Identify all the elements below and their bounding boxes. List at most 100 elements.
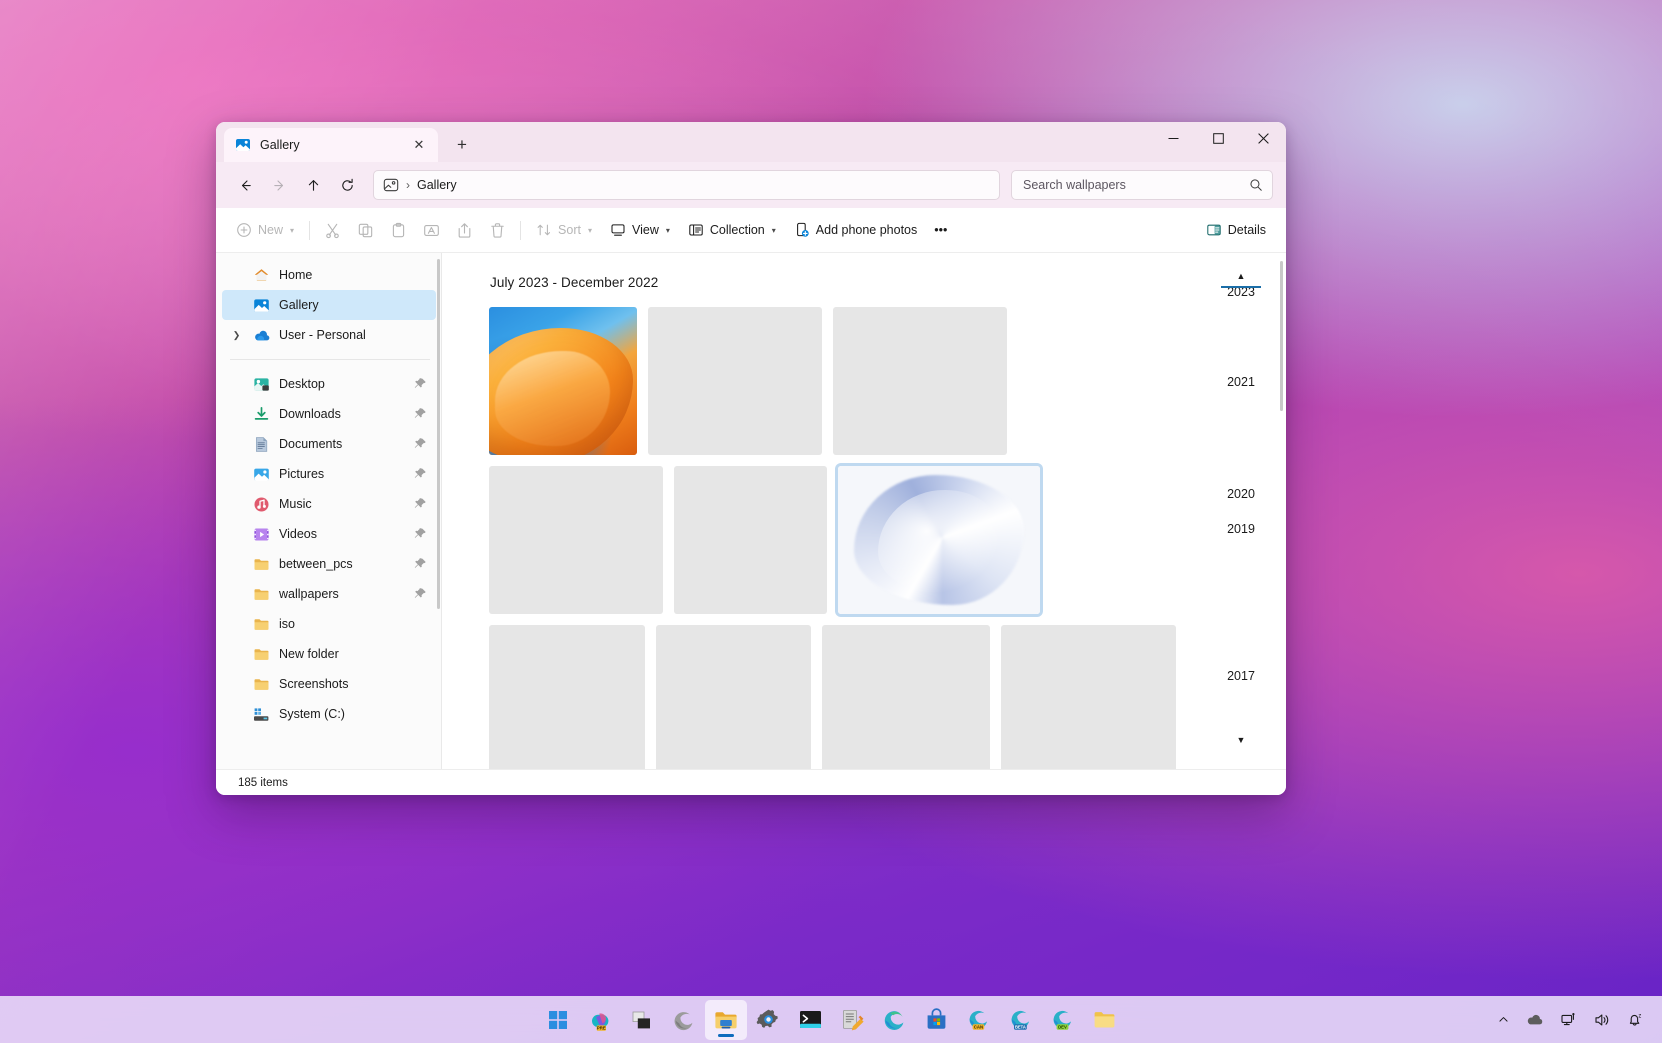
close-button[interactable]	[1241, 122, 1286, 154]
new-tab-button[interactable]: +	[447, 130, 477, 160]
sidebar-item-pictures[interactable]: Pictures	[222, 459, 436, 489]
minimize-button[interactable]	[1151, 122, 1196, 154]
notifications-icon[interactable]: z	[1620, 1004, 1650, 1036]
scrubber-down-arrow-icon[interactable]: ▼	[1237, 735, 1246, 745]
gallery-tile[interactable]	[833, 307, 1007, 455]
edge-devch-button[interactable]: DEV	[1041, 1000, 1083, 1040]
new-button[interactable]: New ▾	[227, 215, 303, 246]
pin-icon[interactable]	[414, 527, 427, 541]
sidebar-item-home[interactable]: Home	[222, 260, 436, 290]
content-scrollbar-thumb[interactable]	[1280, 261, 1283, 411]
scrubber-year-2021[interactable]: 2021	[1213, 375, 1269, 389]
edge-button[interactable]	[873, 1000, 915, 1040]
chevron-down-icon: ▾	[587, 225, 592, 235]
gallery-tile[interactable]	[656, 625, 811, 769]
gallery-tile[interactable]	[1001, 625, 1176, 769]
search-input[interactable]	[1023, 178, 1249, 192]
pin-icon[interactable]	[414, 377, 427, 391]
details-pane-button[interactable]: Details	[1197, 215, 1275, 246]
search-icon[interactable]	[1249, 178, 1263, 192]
gallery-group-title: July 2023 - December 2022	[490, 275, 659, 290]
scrubber-year-2017[interactable]: 2017	[1213, 669, 1269, 683]
network-icon[interactable]	[1554, 1004, 1584, 1036]
edge-canary-button[interactable]: CAN	[957, 1000, 999, 1040]
sidebar-item-gallery[interactable]: Gallery	[222, 290, 436, 320]
gallery-tile[interactable]	[648, 307, 822, 455]
pin-icon[interactable]	[414, 467, 427, 481]
gallery-tile[interactable]	[838, 466, 1040, 614]
gallery-tile[interactable]	[822, 625, 990, 769]
onedrive-icon[interactable]	[1519, 1004, 1551, 1036]
breadcrumb[interactable]: › Gallery	[373, 170, 1000, 200]
chevron-right-icon[interactable]: ❯	[229, 330, 244, 341]
year-scrubber[interactable]: ▲ 2023 2021 2020 2019 2017 ▼	[1213, 263, 1269, 759]
sidebar-item-music[interactable]: Music	[222, 489, 436, 519]
svg-text:BETA: BETA	[1014, 1024, 1025, 1029]
nav-scrollbar-thumb[interactable]	[437, 259, 440, 609]
volume-icon[interactable]	[1587, 1004, 1617, 1036]
up-button[interactable]	[297, 169, 329, 201]
sidebar-item-downloads[interactable]: Downloads	[222, 399, 436, 429]
scrubber-up-arrow-icon[interactable]: ▲	[1237, 271, 1246, 281]
sidebar-item-new-folder[interactable]: New folder	[222, 639, 436, 669]
scrubber-year-2020[interactable]: 2020	[1213, 487, 1269, 501]
settings-button[interactable]	[747, 1000, 789, 1040]
taskbar: PRE CAN BETA DEV z	[0, 996, 1662, 1043]
sidebar-item-system-c[interactable]: System (C:)	[222, 699, 436, 729]
sidebar-item-between-pcs[interactable]: between_pcs	[222, 549, 436, 579]
overflow-button[interactable]: •••	[926, 215, 955, 246]
gallery-tile[interactable]	[489, 466, 663, 614]
back-button[interactable]	[229, 169, 261, 201]
sidebar-item-user-personal[interactable]: ❯ User - Personal	[222, 320, 436, 350]
edge-dev-button[interactable]	[663, 1000, 705, 1040]
gallery-tile[interactable]	[489, 307, 637, 455]
sidebar-item-screenshots[interactable]: Screenshots	[222, 669, 436, 699]
folder-button[interactable]	[1083, 1000, 1125, 1040]
sidebar-item-label: System (C:)	[279, 707, 345, 721]
tab-gallery[interactable]: Gallery ✕	[224, 128, 438, 162]
search-box[interactable]	[1011, 170, 1273, 200]
sort-button[interactable]: Sort ▾	[527, 215, 601, 246]
breadcrumb-separator: ›	[406, 178, 410, 192]
add-phone-photos-button[interactable]: Add phone photos	[785, 215, 926, 246]
view-button[interactable]: View ▾	[601, 215, 679, 246]
gallery-tile[interactable]	[489, 625, 645, 769]
sidebar-item-desktop[interactable]: Desktop	[222, 369, 436, 399]
window-controls	[1151, 122, 1286, 154]
details-label: Details	[1227, 223, 1266, 237]
paste-button[interactable]	[382, 215, 415, 246]
tab-close-icon[interactable]: ✕	[408, 134, 430, 156]
sidebar-item-iso[interactable]: iso	[222, 609, 436, 639]
store-button[interactable]	[915, 1000, 957, 1040]
pin-icon[interactable]	[414, 497, 427, 511]
copilot-button[interactable]: PRE	[579, 1000, 621, 1040]
new-label: New	[258, 223, 284, 237]
pin-icon[interactable]	[414, 557, 427, 571]
maximize-button[interactable]	[1196, 122, 1241, 154]
sidebar-item-documents[interactable]: Documents	[222, 429, 436, 459]
file-explorer-button[interactable]	[705, 999, 747, 1040]
terminal-button[interactable]	[789, 1000, 831, 1040]
sidebar-item-wallpapers[interactable]: wallpapers	[222, 579, 436, 609]
forward-button[interactable]	[263, 169, 295, 201]
notepad-tools-button[interactable]	[831, 1000, 873, 1040]
delete-button[interactable]	[481, 215, 514, 246]
divider	[309, 220, 311, 240]
share-button[interactable]	[448, 215, 481, 246]
scrubber-active-indicator	[1221, 286, 1261, 288]
scrubber-year-2019[interactable]: 2019	[1213, 522, 1269, 536]
rename-button[interactable]	[415, 215, 448, 246]
tray-chevron-icon[interactable]	[1491, 1004, 1516, 1036]
edge-beta-button[interactable]: BETA	[999, 1000, 1041, 1040]
gallery-tile[interactable]	[674, 466, 827, 614]
task-view-button[interactable]	[621, 1000, 663, 1040]
sidebar-item-videos[interactable]: Videos	[222, 519, 436, 549]
pin-icon[interactable]	[414, 437, 427, 451]
cut-button[interactable]	[316, 215, 349, 246]
start-button[interactable]	[537, 1000, 579, 1040]
refresh-button[interactable]	[331, 169, 363, 201]
collection-button[interactable]: Collection ▾	[679, 215, 785, 246]
pin-icon[interactable]	[414, 407, 427, 421]
copy-button[interactable]	[349, 215, 382, 246]
pin-icon[interactable]	[414, 587, 427, 601]
